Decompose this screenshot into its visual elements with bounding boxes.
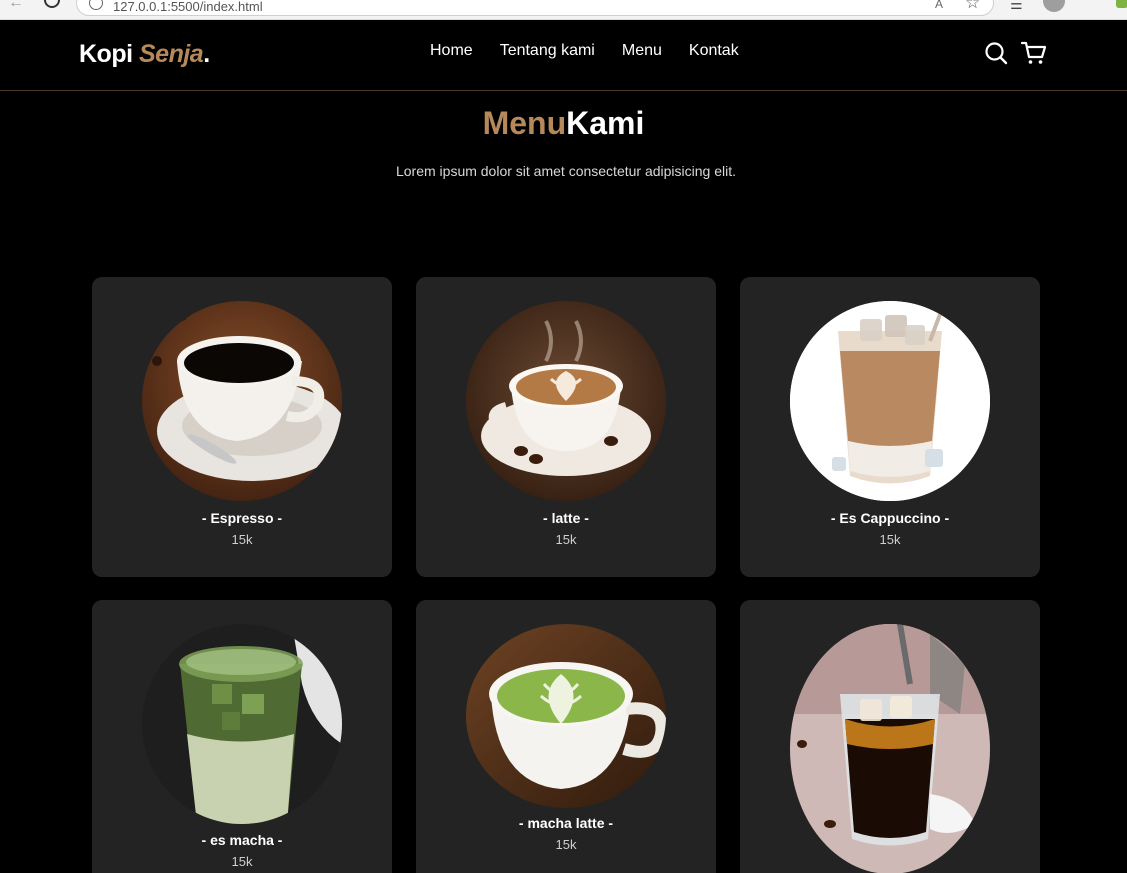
menu-card-es-cappuccino[interactable]: - Es Cappuccino - 15k xyxy=(740,277,1040,577)
cart-icon[interactable] xyxy=(1020,40,1047,66)
item-name: - latte - xyxy=(543,510,589,526)
more-menu-icon[interactable]: ··· xyxy=(1083,0,1100,6)
section-description: Lorem ipsum dolor sit amet consectetur a… xyxy=(395,163,737,179)
iced-cappuccino-image xyxy=(790,301,990,501)
menu-card-macha-latte[interactable]: - macha latte - 15k xyxy=(416,600,716,873)
menu-card-espresso[interactable]: - Espresso - 15k xyxy=(92,277,392,577)
item-name: - Espresso - xyxy=(201,510,283,526)
nav-link-kontak[interactable]: Kontak xyxy=(689,42,739,60)
title-main: Kami xyxy=(566,105,645,141)
profile-avatar-icon[interactable] xyxy=(1043,0,1065,12)
browser-toolbar: ← 127.0.0.1:5500/index.html A ☆ ☰ ··· xyxy=(0,0,1127,20)
matcha-latte-image xyxy=(466,624,666,808)
item-price: 15k xyxy=(555,837,577,852)
espresso-cup-image xyxy=(142,301,342,501)
title-accent: Menu xyxy=(482,105,567,141)
nav-link-tentang-kami[interactable]: Tentang kami xyxy=(500,42,595,60)
extension-icon[interactable] xyxy=(1116,0,1127,8)
address-bar[interactable]: 127.0.0.1:5500/index.html A ☆ xyxy=(76,0,994,16)
item-price: 15k xyxy=(879,532,901,547)
site-logo[interactable]: Kopi Senja. xyxy=(79,40,210,69)
item-price: 15k xyxy=(231,532,253,547)
section-title: MenuKami xyxy=(0,105,1127,142)
favorite-star-icon[interactable]: ☆ xyxy=(965,0,980,13)
menu-card-es-macha[interactable]: - es macha - 15k xyxy=(92,600,392,873)
item-price: 15k xyxy=(231,854,253,869)
back-arrow-icon[interactable]: ← xyxy=(8,0,28,14)
item-name: - macha latte - xyxy=(518,815,614,831)
nav-links: Home Tentang kami Menu Kontak xyxy=(430,42,739,60)
url-text: 127.0.0.1:5500/index.html xyxy=(113,0,263,14)
iced-black-coffee-image xyxy=(790,624,990,873)
latte-art-image xyxy=(466,301,666,501)
favorites-list-icon[interactable]: ☰ xyxy=(1010,0,1023,13)
item-price: 15k xyxy=(555,532,577,547)
iced-matcha-image xyxy=(142,624,342,824)
site-navbar: Kopi Senja. Home Tentang kami Menu Konta… xyxy=(0,20,1127,91)
item-name: - Es Cappuccino - xyxy=(830,510,950,526)
logo-main: Kopi xyxy=(79,40,139,68)
menu-card-iced-coffee[interactable] xyxy=(740,600,1040,873)
search-icon[interactable] xyxy=(984,41,1008,65)
menu-card-latte[interactable]: - latte - 15k xyxy=(416,277,716,577)
read-aloud-icon[interactable]: A xyxy=(935,0,943,11)
nav-link-home[interactable]: Home xyxy=(430,42,473,60)
info-icon[interactable] xyxy=(89,0,103,10)
logo-accent: Senja xyxy=(139,40,204,68)
logo-dot: . xyxy=(203,40,210,68)
reload-icon[interactable] xyxy=(44,0,60,8)
nav-link-menu[interactable]: Menu xyxy=(622,42,662,60)
item-name: - es macha - xyxy=(201,832,283,848)
